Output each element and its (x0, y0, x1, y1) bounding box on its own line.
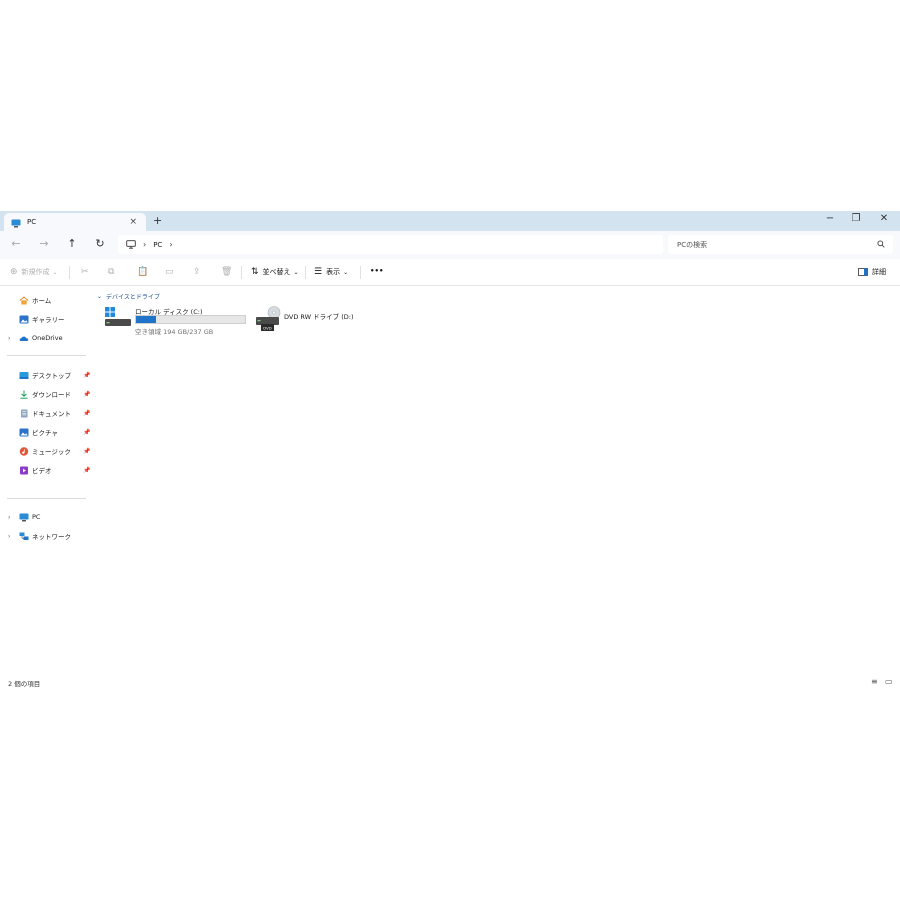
view-icon: ☰ (314, 267, 323, 277)
sidebar-item-downloads[interactable]: ダウンロード 📌 (0, 386, 93, 402)
sidebar-item-documents[interactable]: ドキュメント 📌 (0, 405, 93, 421)
sidebar-divider (7, 498, 86, 499)
restore-button[interactable]: ❐ (846, 213, 866, 224)
forward-button[interactable]: → (36, 237, 52, 250)
command-bar: ⊕ 新規作成 ⌄ ✂ ⧉ 📋 ▭ ⇪ 🗑 ⇅ 並べ替え ⌄ ☰ 表示 ⌄ •••… (0, 259, 900, 286)
search-input[interactable]: PCの検索 (677, 240, 877, 250)
sidebar-divider (7, 355, 86, 356)
chevron-down-icon: ⌄ (293, 268, 299, 276)
sidebar-item-pc[interactable]: › PC (0, 509, 93, 525)
drive-usage-fill (136, 316, 156, 323)
drive-free-space: 空き領域 194 GB/237 GB (135, 328, 214, 336)
breadcrumb-separator[interactable]: › (169, 240, 172, 249)
dvd-drive-icon: DVD (255, 306, 283, 338)
svg-text:DVD: DVD (263, 325, 271, 330)
divider (305, 266, 306, 279)
local-disk-icon (104, 306, 132, 332)
more-options-button[interactable]: ••• (370, 267, 383, 275)
drive-dvd-rw-d[interactable]: DVD DVD RW ドライブ (D:) (255, 306, 405, 336)
title-bar: PC × + − ❐ ✕ (0, 211, 900, 231)
network-icon (19, 532, 29, 541)
pin-icon: 📌 (83, 371, 91, 379)
view-button[interactable]: ☰ 表示 ⌄ (314, 267, 348, 277)
share-icon[interactable]: ⇪ (193, 267, 205, 277)
details-pane-icon (858, 268, 868, 276)
address-bar[interactable]: › PC › (118, 235, 663, 254)
breadcrumb-pc[interactable]: PC (153, 241, 162, 249)
pin-icon: 📌 (83, 428, 91, 436)
content-pane: ⌄ デバイスとドライブ ローカル ディスク (C:) 空き領域 194 GB/2… (94, 287, 900, 667)
delete-icon[interactable]: 🗑 (221, 267, 236, 277)
navigation-pane: ホーム ギャラリー › OneDrive デスクトップ 📌 ダウンロード 📌 ド… (0, 287, 93, 667)
details-pane-button[interactable]: 詳細 (858, 267, 886, 277)
chevron-right-icon[interactable]: › (8, 514, 10, 521)
sidebar-item-pictures[interactable]: ピクチャ 📌 (0, 424, 93, 440)
sort-icon: ⇅ (251, 267, 259, 277)
tab-title: PC (27, 218, 37, 226)
new-button[interactable]: ⊕ 新規作成 ⌄ (10, 267, 58, 277)
drive-usage-bar (135, 315, 246, 324)
sidebar-item-videos[interactable]: ビデオ 📌 (0, 462, 93, 478)
music-icon (19, 446, 29, 456)
cut-icon[interactable]: ✂ (81, 267, 93, 277)
pc-icon (19, 513, 29, 522)
pc-icon (11, 213, 21, 232)
sidebar-item-desktop[interactable]: デスクトップ 📌 (0, 367, 93, 383)
drive-local-disk-c[interactable]: ローカル ディスク (C:) 空き領域 194 GB/237 GB (104, 306, 254, 336)
pin-icon: 📌 (83, 447, 91, 455)
chevron-down-icon: ⌄ (343, 268, 349, 276)
tab-close-icon[interactable]: × (129, 217, 137, 227)
copy-icon[interactable]: ⧉ (108, 267, 118, 277)
plus-circle-icon: ⊕ (10, 267, 18, 277)
gallery-icon (19, 315, 29, 324)
pin-icon: 📌 (83, 409, 91, 417)
sidebar-item-onedrive[interactable]: › OneDrive (0, 330, 93, 346)
group-header-devices[interactable]: ⌄ デバイスとドライブ (97, 292, 160, 301)
pin-icon: 📌 (83, 390, 91, 398)
up-button[interactable]: ↑ (64, 237, 80, 250)
home-icon (19, 295, 29, 305)
sort-button[interactable]: ⇅ 並べ替え ⌄ (251, 267, 299, 277)
drive-name: DVD RW ドライブ (D:) (284, 313, 354, 321)
pin-icon: 📌 (83, 466, 91, 474)
details-label: 詳細 (872, 268, 886, 276)
divider (69, 266, 70, 279)
chevron-down-icon: ⌄ (52, 268, 58, 276)
file-explorer-window: PC × + − ❐ ✕ ← → ↑ ↻ › PC › PCの検索 ⊕ 新規作成… (0, 211, 900, 690)
search-box[interactable]: PCの検索 (668, 235, 893, 254)
new-tab-button[interactable]: + (153, 214, 162, 227)
paste-icon[interactable]: 📋 (137, 267, 152, 277)
back-button[interactable]: ← (8, 237, 24, 250)
minimize-button[interactable]: − (820, 213, 840, 224)
monitor-icon (126, 240, 136, 249)
details-view-icon[interactable]: ≡ (871, 677, 878, 686)
sidebar-item-gallery[interactable]: ギャラリー (0, 311, 93, 327)
divider (360, 266, 361, 279)
sidebar-item-network[interactable]: › ネットワーク (0, 528, 93, 544)
divider (241, 266, 242, 279)
new-label: 新規作成 (21, 268, 50, 276)
sort-label: 並べ替え (262, 268, 291, 276)
chevron-right-icon[interactable]: › (8, 533, 10, 540)
chevron-right-icon[interactable]: › (8, 335, 10, 342)
search-icon (877, 239, 885, 250)
view-label: 表示 (326, 268, 341, 276)
sidebar-item-home[interactable]: ホーム (0, 292, 93, 308)
desktop-icon (19, 371, 29, 380)
download-icon (19, 390, 29, 399)
pictures-icon (19, 428, 29, 437)
close-window-button[interactable]: ✕ (874, 213, 894, 224)
navigation-bar: ← → ↑ ↻ › PC › PCの検索 (0, 231, 900, 259)
rename-icon[interactable]: ▭ (165, 267, 178, 277)
status-item-count: 2 個の項目 (8, 680, 41, 688)
tiles-view-icon[interactable]: ▭ (885, 677, 893, 686)
chevron-down-icon: ⌄ (97, 293, 103, 300)
sidebar-item-music[interactable]: ミュージック 📌 (0, 443, 93, 459)
document-icon (19, 409, 29, 418)
breadcrumb-separator[interactable]: › (143, 240, 146, 249)
video-icon (19, 466, 29, 475)
onedrive-icon (19, 334, 29, 343)
refresh-button[interactable]: ↻ (92, 237, 108, 250)
tab-pc[interactable]: PC × (4, 213, 146, 231)
